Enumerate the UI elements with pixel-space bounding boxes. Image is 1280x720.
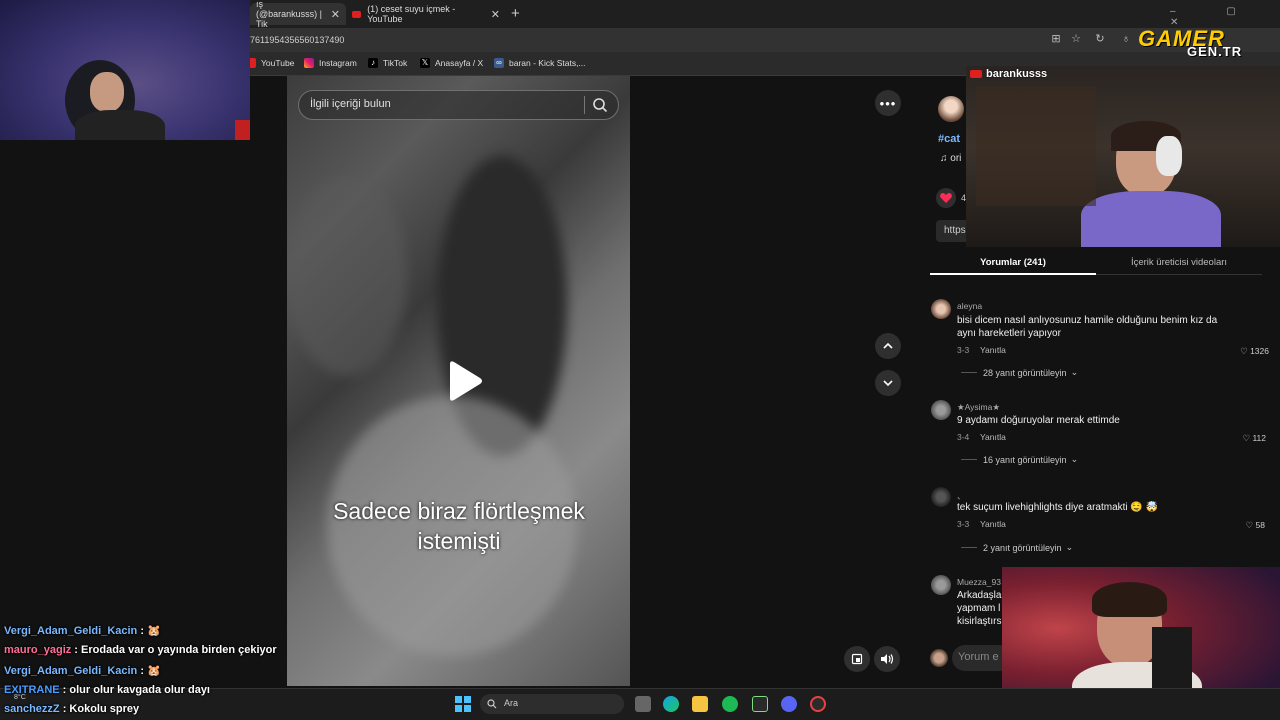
chevron-up-icon xyxy=(883,342,893,349)
current-user-avatar xyxy=(930,649,948,667)
comment-username[interactable]: ★Aysima★ xyxy=(957,402,1000,413)
pip-icon xyxy=(851,653,863,665)
reply-button[interactable]: Yanıtla xyxy=(980,519,1006,529)
search-icon xyxy=(487,699,497,709)
chevron-down-icon: ⌄ xyxy=(1070,454,1079,464)
youtube-icon xyxy=(352,10,362,18)
comment-text: 9 aydamı doğuruyolar merak ettimde xyxy=(957,415,1120,426)
view-replies-button[interactable]: 16 yanıt görüntüleyin ⌄ xyxy=(961,454,1078,465)
chat-message: sanchezzZ : Kokolu sprey xyxy=(4,703,140,715)
webcam-guest xyxy=(966,66,1280,247)
chevron-down-icon: ⌄ xyxy=(1070,367,1079,377)
comment-text: Arkadaşla yapmam l kisirlaştırs xyxy=(957,590,1002,627)
gamergen-logo-sub: GEN.TR xyxy=(1187,44,1243,59)
comment-date: 3-4 xyxy=(957,432,970,442)
like-button[interactable] xyxy=(936,188,956,208)
comment-username[interactable]: aleyna xyxy=(957,301,982,311)
chevron-down-icon: ⌄ xyxy=(1065,542,1074,552)
youtube-icon xyxy=(970,70,982,78)
volume-button[interactable] xyxy=(874,646,900,672)
youtube-channel-label: barankusss xyxy=(970,68,1047,80)
chat-message: Vergi_Adam_Geldi_Kacin : 🐹 xyxy=(4,665,161,677)
chat-message: EXITRANE : olur olur kavgada olur dayı xyxy=(4,684,210,696)
comment-avatar[interactable] xyxy=(931,299,951,319)
view-replies-button[interactable]: 28 yanıt görüntüleyin ⌄ xyxy=(961,367,1078,378)
hashtag-link[interactable]: #cat xyxy=(938,133,960,145)
edge-icon[interactable] xyxy=(663,696,679,712)
tab-label: ış (@barankusss) | Tik xyxy=(256,0,322,29)
tab-label: (1) ceset suyu içmek - YouTube xyxy=(367,4,456,24)
webcam-streamer xyxy=(0,0,250,140)
chat-message: Vergi_Adam_Geldi_Kacin : 🐹 xyxy=(4,625,161,637)
tab-comments[interactable]: Yorumlar (241) xyxy=(930,252,1096,275)
url-text[interactable]: 7611954356560137490 xyxy=(250,35,344,45)
comment-avatar[interactable] xyxy=(931,575,951,595)
comment-likes[interactable]: ♡ 58 xyxy=(1215,520,1265,531)
spotify-icon[interactable] xyxy=(722,696,738,712)
tab-creator-videos[interactable]: İçerik üreticisi videoları xyxy=(1096,252,1262,275)
comment-username[interactable]: Muezza_93 xyxy=(957,577,1001,587)
heart-icon xyxy=(940,193,952,203)
refresh-icon[interactable]: ↻ xyxy=(1094,33,1106,45)
bookmark-x[interactable]: 𝕏 Anasayfa / X xyxy=(420,58,483,68)
cat-shape xyxy=(287,176,407,376)
app-icon[interactable]: ⊞ xyxy=(1050,33,1062,45)
play-icon[interactable] xyxy=(440,358,486,404)
taskbar-search[interactable]: Ara xyxy=(480,694,624,714)
star-icon[interactable]: ☆ xyxy=(1070,33,1082,45)
video-caption: Sadece biraz flörtleşmek istemişti xyxy=(333,498,585,554)
pip-button[interactable] xyxy=(844,646,870,672)
comment-likes[interactable]: ♡ 112 xyxy=(1216,433,1266,444)
close-icon[interactable]: ✕ xyxy=(491,8,500,21)
chevron-down-icon xyxy=(883,380,893,387)
new-tab-button[interactable]: + xyxy=(511,5,520,22)
comment-text: tek suçum livehighlights diye aratmakti … xyxy=(957,502,1159,513)
opera-gx-icon[interactable] xyxy=(810,696,826,712)
previous-video-button[interactable] xyxy=(875,333,901,359)
chat-message: mauro_yagiz : Erodada var o yayında bird… xyxy=(4,644,277,656)
comment-date: 3-3 xyxy=(957,345,970,355)
bookmark-tiktok[interactable]: ♪ TikTok xyxy=(368,58,407,68)
windows-start-icon[interactable] xyxy=(455,696,471,712)
volume-icon xyxy=(881,654,894,664)
tab-tiktok[interactable]: ış (@barankusss) | Tik ✕ xyxy=(250,0,346,29)
creator-avatar[interactable] xyxy=(938,96,964,122)
app-icon[interactable] xyxy=(752,696,768,712)
discord-icon[interactable] xyxy=(781,696,797,712)
view-replies-button[interactable]: 2 yanıt görüntüleyin ⌄ xyxy=(961,542,1073,553)
x-icon: 𝕏 xyxy=(420,58,430,68)
tab-youtube[interactable]: (1) ceset suyu içmek - YouTube ✕ xyxy=(346,3,506,25)
search-divider xyxy=(584,96,585,114)
reply-button[interactable]: Yanıtla xyxy=(980,345,1006,355)
next-video-button[interactable] xyxy=(875,370,901,396)
bookmark-kick-stats[interactable]: ∞ baran - Kick Stats,... xyxy=(494,58,586,68)
tiktok-icon: ♪ xyxy=(368,58,378,68)
bookmark-youtube[interactable]: YouTube xyxy=(246,58,294,68)
task-view-icon[interactable] xyxy=(635,696,651,712)
file-explorer-icon[interactable] xyxy=(692,696,708,712)
comment-avatar[interactable] xyxy=(931,487,951,507)
bookmark-instagram[interactable]: Instagram xyxy=(304,58,357,68)
more-icon: ••• xyxy=(879,95,897,111)
music-link[interactable]: ♫ ori xyxy=(940,153,961,164)
search-icon[interactable] xyxy=(592,97,608,113)
reply-button[interactable]: Yanıtla xyxy=(980,432,1006,442)
kick-stats-icon: ∞ xyxy=(494,58,504,68)
comment-date: 3-3 xyxy=(957,519,970,529)
comment-likes[interactable]: ♡ 1326 xyxy=(1219,346,1269,357)
comment-text: bisi dicem nasıl anlıyosunuz hamile oldu… xyxy=(957,315,1218,339)
instagram-icon xyxy=(304,58,314,68)
window-controls[interactable]: – ▢ ✕ xyxy=(1170,6,1280,28)
comment-avatar[interactable] xyxy=(931,400,951,420)
search-input[interactable]: İlgili içeriği bulun xyxy=(310,98,391,110)
more-options-button[interactable]: ••• xyxy=(875,90,901,116)
extension-icon[interactable]: ♁ xyxy=(1120,33,1132,45)
close-icon[interactable]: ✕ xyxy=(331,8,340,21)
